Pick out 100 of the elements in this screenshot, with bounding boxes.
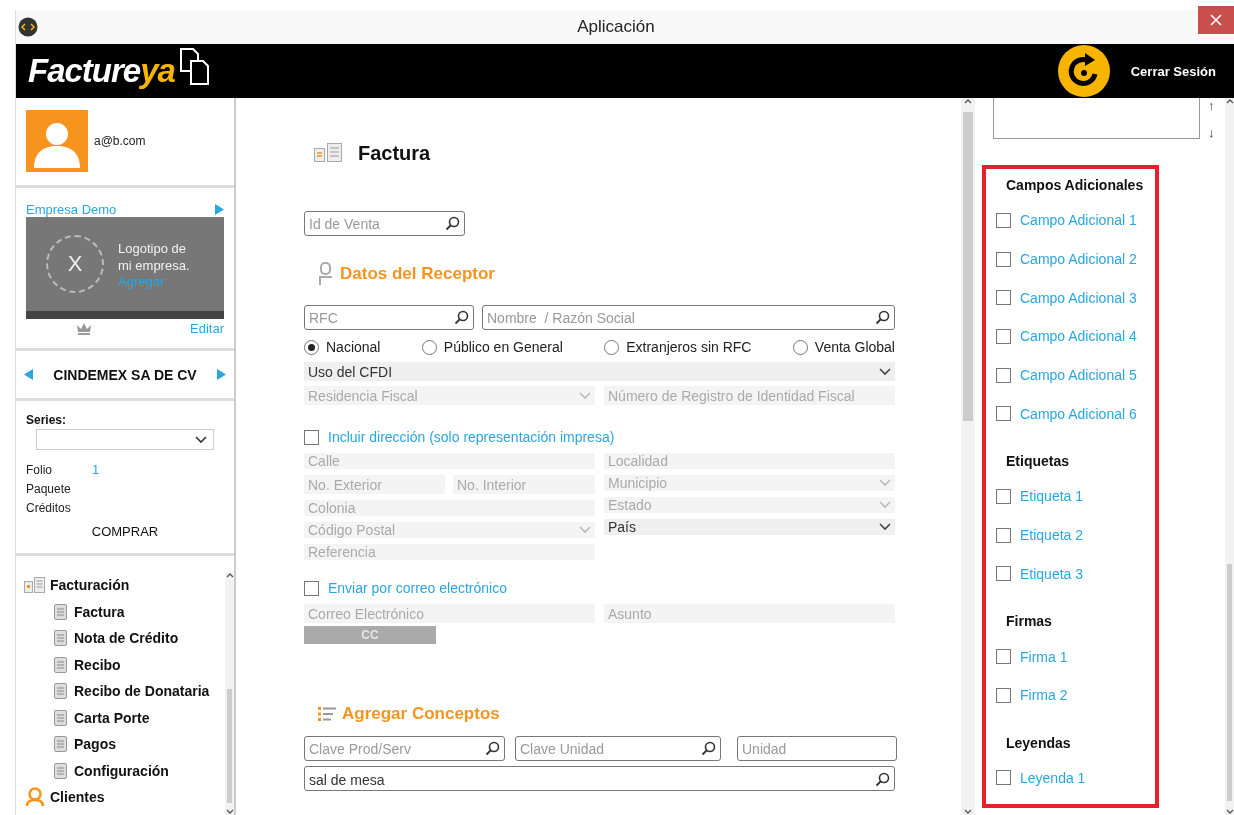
text-field[interactable]: Clave Prod/Serv [304, 736, 505, 761]
stat-label: Folio [26, 462, 53, 477]
close-icon[interactable] [1210, 14, 1222, 26]
radio-option[interactable]: Nacional [304, 336, 381, 358]
option-checkbox[interactable]: Leyenda 1 [996, 758, 1155, 798]
logout-button[interactable]: Cerrar Sesión [1124, 62, 1222, 80]
radio-option[interactable]: Extranjeros sin RFC [604, 336, 752, 358]
search-icon[interactable] [875, 772, 890, 787]
documents-icon [178, 47, 211, 87]
group-title: Firmas [1006, 613, 1053, 632]
scrollbar[interactable] [225, 572, 234, 815]
scroll-up-icon[interactable] [225, 572, 234, 578]
subject-field[interactable]: Asunto [604, 604, 895, 623]
arrow-right-icon[interactable] [215, 204, 224, 215]
document-icon [54, 603, 67, 620]
option-checkbox[interactable]: Firma 1 [996, 637, 1155, 676]
option-checkbox[interactable]: Firma 2 [996, 675, 1155, 715]
list-icon [318, 706, 336, 722]
scroll-down-icon[interactable] [964, 809, 972, 815]
nav-item[interactable]: Carta Porte [24, 704, 225, 731]
document-icon [54, 762, 67, 779]
refresh-icon[interactable] [1056, 44, 1111, 98]
edit-link[interactable]: Editar [190, 321, 224, 336]
nav-item[interactable]: Pagos [24, 731, 225, 758]
search-icon[interactable] [454, 310, 469, 325]
radio-option[interactable]: Público en General [421, 336, 563, 358]
nav-item[interactable]: Nota de Crédito [24, 625, 225, 652]
company-link[interactable]: Empresa Demo [26, 202, 117, 217]
scroll-down-icon[interactable] [225, 809, 234, 815]
search-icon[interactable] [875, 310, 890, 325]
user-email: a@b.com [94, 134, 146, 148]
rfc-field[interactable]: RFC [304, 305, 474, 330]
radio-option[interactable]: Venta Global [792, 336, 895, 358]
option-checkbox[interactable]: Campo Adicional 2 [996, 239, 1155, 279]
search-icon[interactable] [701, 741, 716, 756]
arrow-left-icon[interactable] [24, 369, 33, 380]
nav-item[interactable]: Clientes [24, 784, 225, 811]
option-checkbox[interactable]: Etiqueta 2 [996, 515, 1155, 555]
logo-hint: Logotipo de mi empresa. [118, 239, 191, 274]
arrow-button[interactable]: ↑ [1208, 98, 1215, 113]
app-icon [18, 17, 38, 37]
section-title: Datos del Receptor [340, 264, 495, 284]
nav-item[interactable]: Factura [24, 598, 225, 625]
email-field[interactable]: Correo Electrónico [304, 604, 595, 623]
logo-placeholder[interactable]: X Logotipo de mi empresa. Agregar [26, 217, 224, 319]
text-field[interactable]: Unidad [737, 736, 897, 761]
name-field[interactable]: Nombre / Razón Social [482, 305, 895, 330]
logo: Factureya [28, 52, 175, 90]
crown-icon [76, 322, 92, 335]
group-title: Campos Adicionales [1006, 177, 1145, 195]
page-title: Factura [358, 141, 431, 165]
email-checkbox[interactable]: Enviar por correo electrónico [304, 578, 895, 598]
nav-item[interactable]: Facturación [24, 572, 225, 599]
include-address-checkbox[interactable]: Incluir dirección (solo representación impresa) [304, 427, 895, 447]
avatar-icon [26, 110, 88, 172]
logo-mark: X [46, 235, 104, 293]
search-icon[interactable] [485, 741, 500, 756]
add-logo-link[interactable]: Agregar [118, 273, 202, 289]
section-title: Agregar Conceptos [342, 704, 500, 724]
scroll-down-icon[interactable] [1225, 809, 1234, 815]
close-button[interactable] [1198, 6, 1234, 34]
buy-button[interactable]: COMPRAR [26, 523, 224, 540]
group-title: Leyendas [1006, 734, 1072, 753]
document-icon [54, 683, 67, 700]
option-checkbox[interactable]: Etiqueta 3 [996, 554, 1155, 594]
scroll-up-icon[interactable] [1225, 98, 1234, 104]
text-field[interactable]: Clave Unidad [515, 736, 721, 761]
nav-item[interactable]: Recibo [24, 651, 225, 678]
scrollbar[interactable] [961, 98, 975, 815]
select-field[interactable]: País [604, 519, 895, 535]
stat-label: Paquete [26, 481, 72, 496]
series-label: Series: [26, 413, 68, 427]
stat-value: 1 [92, 462, 100, 477]
arrow-button[interactable]: ↓ [1208, 125, 1215, 140]
sale-id-field[interactable]: Id de Venta [304, 211, 465, 236]
option-checkbox[interactable]: Etiqueta 1 [996, 477, 1155, 516]
stat-label: Créditos [26, 500, 72, 515]
search-icon[interactable] [445, 216, 460, 231]
option-checkbox[interactable]: Campo Adicional 6 [996, 394, 1155, 434]
select-field[interactable]: Uso del CFDI [304, 362, 895, 381]
chevron-down-icon[interactable] [879, 367, 891, 376]
scrollbar[interactable] [1225, 98, 1234, 815]
chevron-down-icon[interactable] [195, 435, 207, 444]
document-icon [54, 736, 67, 753]
company-name: CINDEMEX SA DE CV [53, 366, 197, 383]
option-checkbox[interactable]: Campo Adicional 4 [996, 317, 1155, 356]
document-icon [54, 709, 67, 726]
person-icon [318, 262, 334, 286]
option-checkbox[interactable]: Campo Adicional 1 [996, 201, 1155, 240]
chevron-down-icon[interactable] [879, 523, 891, 531]
arrow-right-icon[interactable] [217, 369, 226, 380]
document-icon [54, 656, 67, 673]
group-title: Etiquetas [1006, 453, 1070, 472]
nav-item[interactable]: Recibo de Donataria [24, 678, 225, 705]
scroll-up-icon[interactable] [964, 98, 972, 104]
description-field[interactable]: sal de mesa [304, 766, 895, 791]
option-checkbox[interactable]: Campo Adicional 3 [996, 278, 1155, 318]
option-checkbox[interactable]: Campo Adicional 5 [996, 355, 1155, 395]
invoice-icon [314, 143, 344, 163]
nav-item[interactable]: Configuración [24, 757, 225, 784]
